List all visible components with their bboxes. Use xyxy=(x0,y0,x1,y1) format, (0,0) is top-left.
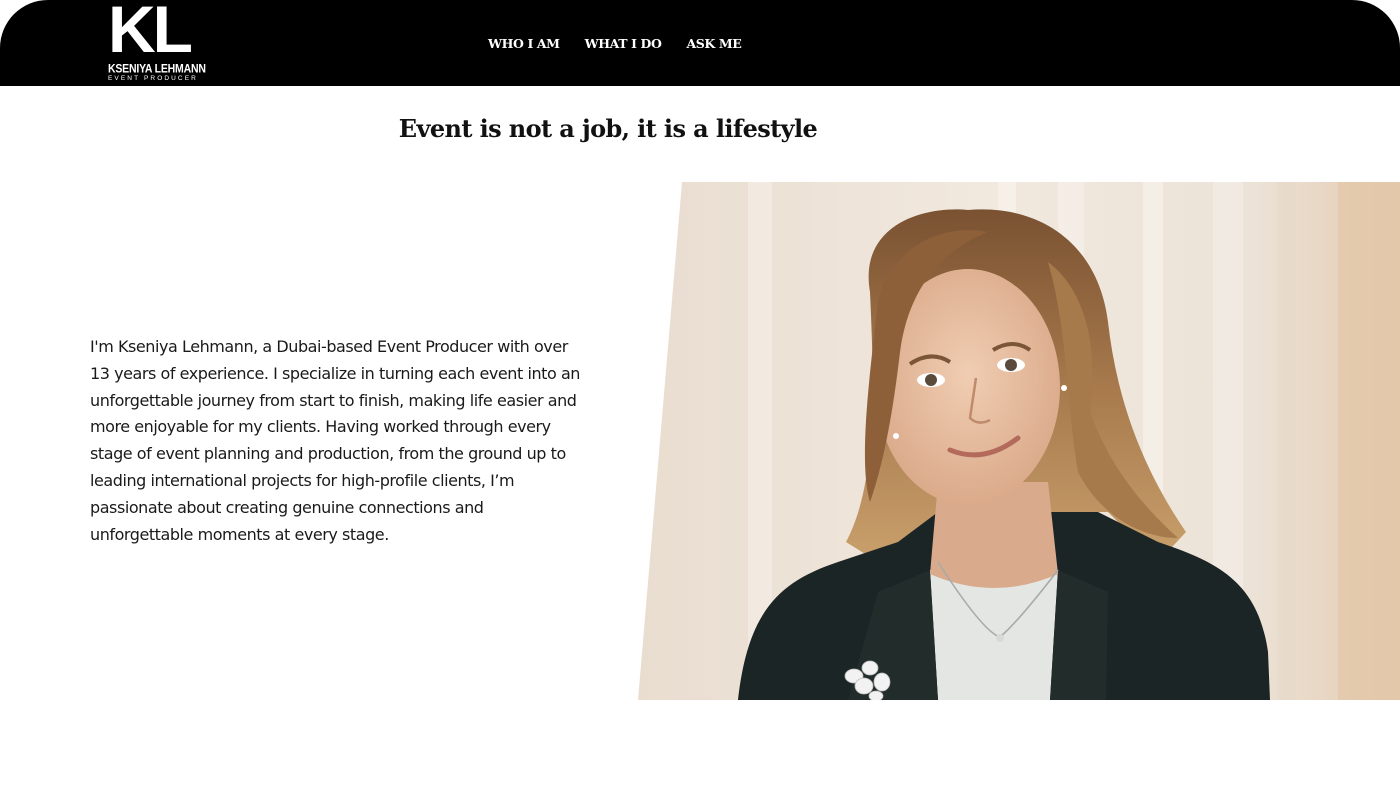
page-headline: Event is not a job, it is a lifestyle xyxy=(398,114,818,143)
nav-link-ask-me[interactable]: ASK ME xyxy=(686,36,741,51)
portrait-photo xyxy=(638,182,1400,700)
logo-mark: KL xyxy=(108,0,193,66)
main-nav: WHO I AM WHAT I DO ASK ME xyxy=(488,36,766,51)
logo[interactable]: KL KSENIYA LEHMANN EVENT PRODUCER xyxy=(108,0,206,82)
page: KL KSENIYA LEHMANN EVENT PRODUCER WHO I … xyxy=(0,0,1400,788)
logo-tagline: EVENT PRODUCER xyxy=(108,75,198,82)
intro-text: I'm Kseniya Lehmann, a Dubai-based Event… xyxy=(90,337,580,544)
site-header: KL KSENIYA LEHMANN EVENT PRODUCER WHO I … xyxy=(0,0,1400,86)
nav-link-who-i-am[interactable]: WHO I AM xyxy=(488,36,560,51)
logo-name: KSENIYA LEHMANN xyxy=(108,62,206,76)
nav-link-what-i-do[interactable]: WHAT I DO xyxy=(585,36,662,51)
